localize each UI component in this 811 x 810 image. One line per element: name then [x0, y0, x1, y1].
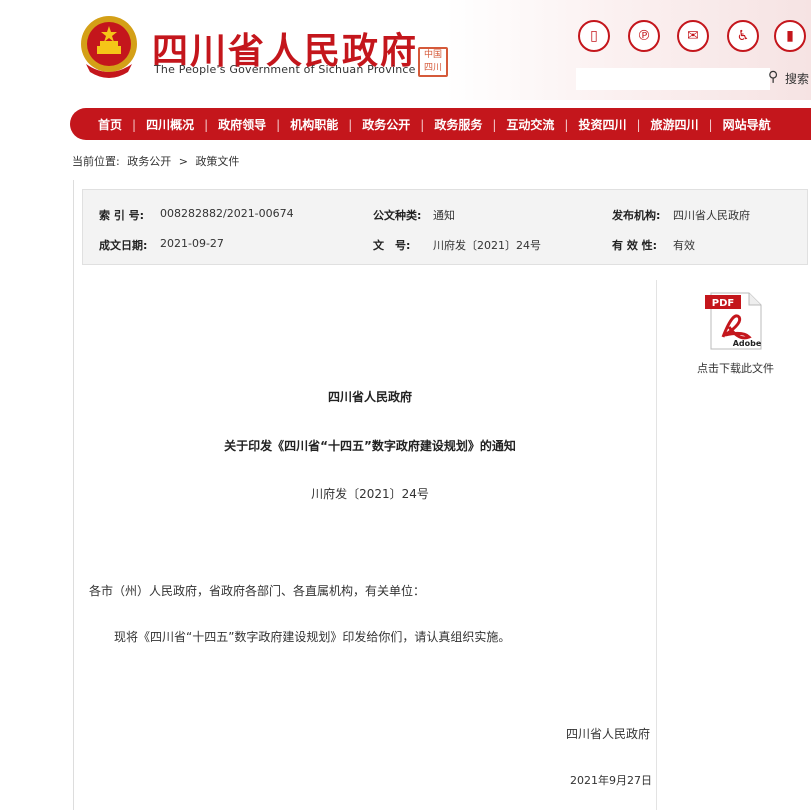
nav-item-sitemap[interactable]: 网站导航	[723, 116, 771, 133]
nav-item-invest[interactable]: 投资四川 |	[578, 116, 650, 133]
meta-publisher-label: 发布机构:	[612, 209, 661, 222]
pdf-download-icon[interactable]: PDF Adobe	[703, 291, 765, 351]
nav-item-home[interactable]: 首页 |	[98, 116, 146, 133]
meta-type-value: 通知	[433, 209, 455, 222]
meta-type-label: 公文种类:	[373, 209, 422, 222]
document-title: 关于印发《四川省“十四五”数字政府建设规划》的通知	[224, 439, 516, 453]
document-signature: 四川省人民政府	[566, 727, 651, 741]
meta-validity-label: 有 效 性:	[612, 239, 658, 252]
search-button[interactable]: 搜索	[785, 70, 809, 87]
download-file-link[interactable]: 点击下载此文件	[697, 360, 774, 376]
mobile-icon[interactable]: ▯	[578, 20, 610, 52]
search-icon[interactable]: ⚲	[768, 69, 784, 85]
national-emblem-icon[interactable]	[78, 14, 140, 80]
main-nav: 首页 | 四川概况 | 政府领导 | 机构职能 | 政务公开 | 政务服务 | 互动交流 | …	[70, 108, 811, 140]
accessibility-icon[interactable]: ♿	[727, 20, 759, 52]
meta-index-value: 008282882/2021-00674	[160, 207, 294, 220]
document-body: 现将《四川省“十四五”数字政府建设规划》印发给你们，请认真组织实施。	[114, 630, 511, 644]
article-divider	[656, 280, 657, 810]
document-date: 2021年9月27日	[570, 774, 652, 787]
document-recipients: 各市（州）人民政府，省政府各部门、各直属机构，有关单位：	[89, 584, 426, 598]
document-number: 川府发〔2021〕24号	[311, 487, 429, 501]
breadcrumb: 当前位置: 政务公开 > 政策文件	[72, 153, 243, 169]
nav-item-interaction[interactable]: 互动交流 |	[506, 116, 578, 133]
search-input[interactable]	[576, 68, 770, 90]
site-subtitle: The People's Government of Sichuan Provi…	[154, 63, 416, 76]
nav-item-overview[interactable]: 四川概况 |	[146, 116, 218, 133]
document-org: 四川省人民政府	[327, 390, 412, 404]
seal-logo: 中国 四川	[418, 47, 448, 77]
message-icon[interactable]: ✉	[677, 20, 709, 52]
meta-date-label: 成文日期:	[99, 239, 148, 252]
nav-item-leaders[interactable]: 政府领导 |	[218, 116, 290, 133]
nav-item-tourism[interactable]: 旅游四川 |	[651, 116, 723, 133]
nav-item-institutions[interactable]: 机构职能 |	[290, 116, 362, 133]
site-header: 四川省人民政府 The People's Government of Sichu…	[0, 0, 811, 100]
nav-item-services[interactable]: 政务服务 |	[434, 116, 506, 133]
meta-docno-label: 文 号:	[373, 239, 411, 252]
document-meta-panel	[82, 189, 808, 265]
meta-publisher-value: 四川省人民政府	[673, 209, 750, 222]
breadcrumb-separator: >	[178, 155, 188, 168]
svg-text:Adobe: Adobe	[733, 339, 762, 348]
meta-index-label: 索 引 号:	[99, 209, 145, 222]
breadcrumb-item-policy[interactable]: 政策文件	[195, 155, 239, 168]
meta-docno-value: 川府发〔2021〕24号	[433, 239, 541, 252]
breadcrumb-item-public-affairs[interactable]: 政务公开	[127, 155, 171, 168]
meta-date-value: 2021-09-27	[160, 237, 224, 250]
nav-item-public-affairs[interactable]: 政务公开 |	[362, 116, 434, 133]
svg-text:PDF: PDF	[712, 298, 734, 309]
meta-validity-value: 有效	[673, 239, 695, 252]
elder-mode-icon[interactable]: ▮	[774, 20, 806, 52]
breadcrumb-label: 当前位置:	[72, 155, 120, 168]
weibo-icon[interactable]: ℗	[628, 20, 660, 52]
